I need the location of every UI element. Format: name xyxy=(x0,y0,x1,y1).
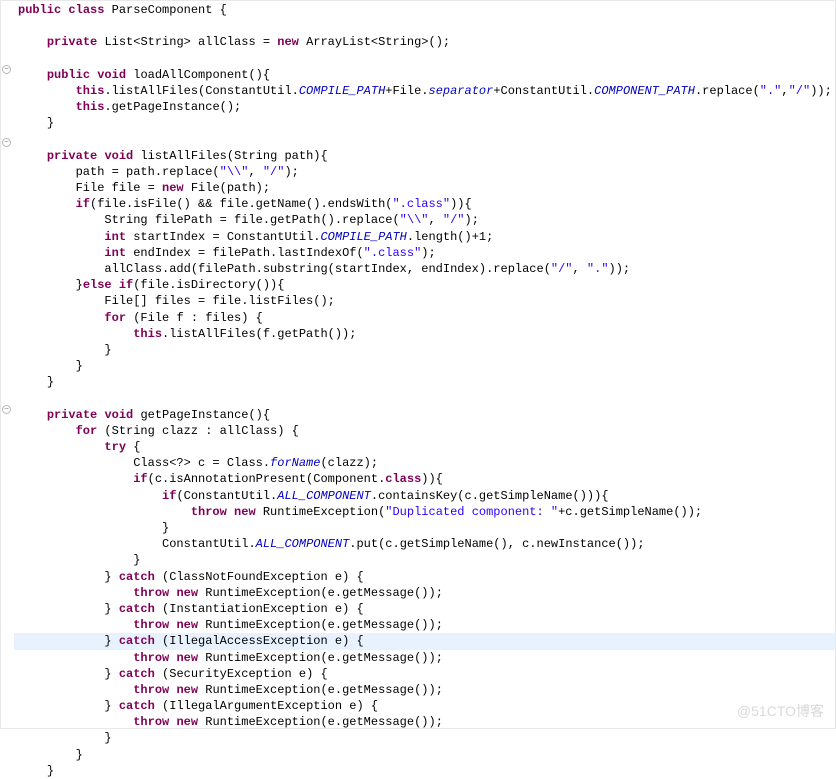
code-line[interactable]: for (File f : files) { xyxy=(14,310,836,326)
watermark: @51CTO博客 xyxy=(737,702,824,721)
code-line[interactable] xyxy=(14,391,836,407)
code-line[interactable]: } catch (IllegalAccessException e) { xyxy=(14,633,836,649)
code-line[interactable]: private void getPageInstance(){ xyxy=(14,407,836,423)
code-line[interactable] xyxy=(14,51,836,67)
code-line[interactable]: } xyxy=(14,552,836,568)
code-line[interactable]: File[] files = file.listFiles(); xyxy=(14,293,836,309)
code-line[interactable]: throw new RuntimeException(e.getMessage(… xyxy=(14,585,836,601)
code-line[interactable]: for (String clazz : allClass) { xyxy=(14,423,836,439)
code-line[interactable]: try { xyxy=(14,439,836,455)
code-line[interactable]: this.listAllFiles(ConstantUtil.COMPILE_P… xyxy=(14,83,836,99)
code-line[interactable]: } xyxy=(14,115,836,131)
code-line[interactable]: throw new RuntimeException("Duplicated c… xyxy=(14,504,836,520)
code-line[interactable]: int startIndex = ConstantUtil.COMPILE_PA… xyxy=(14,229,836,245)
code-line[interactable] xyxy=(14,132,836,148)
code-line[interactable]: } catch (IllegalArgumentException e) { xyxy=(14,698,836,714)
code-line[interactable]: } catch (ClassNotFoundException e) { xyxy=(14,569,836,585)
code-line[interactable]: } xyxy=(14,342,836,358)
code-line[interactable]: } xyxy=(14,374,836,390)
code-line[interactable]: public void loadAllComponent(){ xyxy=(14,67,836,83)
fold-gutter: − − − xyxy=(0,0,14,729)
code-editor[interactable]: public class ParseComponent { private Li… xyxy=(14,0,836,779)
code-line[interactable]: if(ConstantUtil.ALL_COMPONENT.containsKe… xyxy=(14,488,836,504)
code-line[interactable]: } xyxy=(14,763,836,779)
code-line[interactable]: } xyxy=(14,358,836,374)
code-line[interactable]: allClass.add(filePath.substring(startInd… xyxy=(14,261,836,277)
code-line[interactable]: } catch (SecurityException e) { xyxy=(14,666,836,682)
code-line[interactable]: throw new RuntimeException(e.getMessage(… xyxy=(14,714,836,730)
code-line[interactable]: } xyxy=(14,520,836,536)
code-line[interactable]: this.listAllFiles(f.getPath()); xyxy=(14,326,836,342)
code-line[interactable]: } xyxy=(14,730,836,746)
code-line[interactable]: private List<String> allClass = new Arra… xyxy=(14,34,836,50)
code-line[interactable]: } catch (InstantiationException e) { xyxy=(14,601,836,617)
code-line[interactable]: }else if(file.isDirectory()){ xyxy=(14,277,836,293)
code-line[interactable] xyxy=(14,18,836,34)
code-line[interactable]: throw new RuntimeException(e.getMessage(… xyxy=(14,682,836,698)
code-line[interactable]: int endIndex = filePath.lastIndexOf(".cl… xyxy=(14,245,836,261)
fold-marker-icon[interactable]: − xyxy=(2,65,11,74)
fold-marker-icon[interactable]: − xyxy=(2,138,11,147)
code-line[interactable]: public class ParseComponent { xyxy=(14,2,836,18)
code-line[interactable]: if(c.isAnnotationPresent(Component.class… xyxy=(14,471,836,487)
code-line[interactable]: throw new RuntimeException(e.getMessage(… xyxy=(14,650,836,666)
code-line[interactable]: } xyxy=(14,747,836,763)
code-line[interactable]: String filePath = file.getPath().replace… xyxy=(14,212,836,228)
fold-marker-icon[interactable]: − xyxy=(2,405,11,414)
code-line[interactable]: this.getPageInstance(); xyxy=(14,99,836,115)
code-line[interactable]: ConstantUtil.ALL_COMPONENT.put(c.getSimp… xyxy=(14,536,836,552)
code-line[interactable]: Class<?> c = Class.forName(clazz); xyxy=(14,455,836,471)
code-line[interactable]: private void listAllFiles(String path){ xyxy=(14,148,836,164)
code-line[interactable]: if(file.isFile() && file.getName().endsW… xyxy=(14,196,836,212)
code-line[interactable]: File file = new File(path); xyxy=(14,180,836,196)
code-line[interactable]: throw new RuntimeException(e.getMessage(… xyxy=(14,617,836,633)
code-line[interactable]: path = path.replace("\\", "/"); xyxy=(14,164,836,180)
